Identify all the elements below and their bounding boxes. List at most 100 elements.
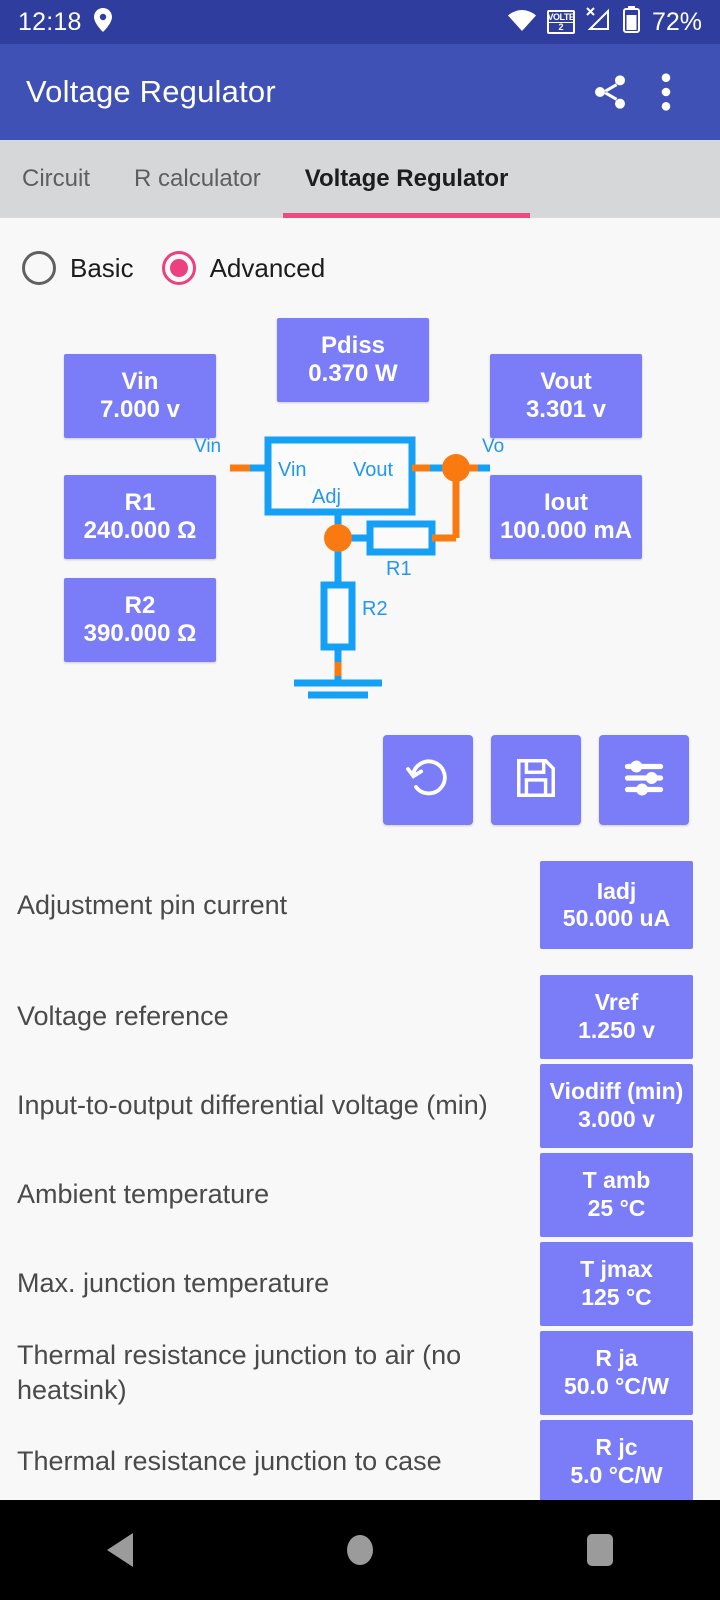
share-icon[interactable] bbox=[582, 64, 638, 120]
nav-home-button[interactable] bbox=[300, 1500, 420, 1600]
parameter-value: 1.250 v bbox=[578, 1016, 655, 1043]
battery-percentage: 72% bbox=[651, 7, 702, 36]
parameter-label: Adjustment pin current bbox=[17, 889, 288, 920]
parameter-label: Max. junction temperature bbox=[17, 1268, 330, 1299]
parameter-key: Vref bbox=[594, 989, 639, 1016]
reset-button[interactable] bbox=[383, 735, 473, 825]
save-button[interactable] bbox=[491, 735, 581, 825]
wifi-icon bbox=[507, 8, 537, 37]
nav-recents-icon bbox=[587, 1534, 613, 1566]
table-row: Max. junction temperature T jmax 125 °C bbox=[0, 1239, 720, 1328]
tab-r-calculator[interactable]: R calculator bbox=[112, 140, 283, 218]
volte-icon: VOLTE 2 bbox=[546, 10, 575, 34]
label-res-r1: R1 bbox=[386, 558, 412, 580]
floppy-disk-save-icon bbox=[513, 755, 559, 806]
status-bar-clock: 12:18 bbox=[18, 7, 82, 36]
nav-back-icon bbox=[107, 1533, 133, 1567]
label-pin-vin: Vin bbox=[278, 459, 307, 481]
value-box-pdiss[interactable]: Pdiss 0.370 W bbox=[277, 318, 429, 402]
value-box-key: Iout bbox=[544, 489, 588, 517]
nav-recents-button[interactable] bbox=[540, 1500, 660, 1600]
table-row: Input-to-output differential voltage (mi… bbox=[0, 1061, 720, 1150]
parameter-key: Iadj bbox=[596, 877, 637, 904]
radio-basic-label: Basic bbox=[70, 252, 134, 283]
value-box-value: 7.000 v bbox=[99, 396, 181, 423]
parameter-value-vref[interactable]: Vref 1.250 v bbox=[540, 974, 693, 1059]
parameter-value-tamb[interactable]: T amb 25 °C bbox=[540, 1152, 693, 1237]
value-box-value: 0.370 W bbox=[308, 360, 398, 387]
parameter-value: 125 °C bbox=[581, 1283, 652, 1310]
tab-bar: Circuit R calculator Voltage Regulator bbox=[0, 140, 720, 218]
parameter-value: 25 °C bbox=[587, 1194, 646, 1221]
app-root: 12:18 VOLTE 2 72% Voltage Regulator Circ… bbox=[0, 0, 720, 1600]
page-title: Voltage Regulator bbox=[26, 74, 276, 109]
table-row: Thermal resistance junction to air (no h… bbox=[0, 1328, 720, 1417]
value-box-key: R2 bbox=[124, 592, 156, 620]
parameter-value-viodiff[interactable]: Viodiff (min) 3.000 v bbox=[540, 1063, 693, 1148]
android-nav-bar bbox=[0, 1500, 720, 1600]
parameter-label: Ambient temperature bbox=[17, 1179, 270, 1210]
label-node-vin: Vin bbox=[194, 436, 221, 457]
parameter-key: T amb bbox=[582, 1167, 651, 1194]
parameter-label: Thermal resistance junction to air (no h… bbox=[17, 1340, 462, 1405]
label-node-vo: Vo bbox=[482, 436, 504, 457]
battery-icon bbox=[622, 6, 640, 38]
radio-basic-dot bbox=[22, 251, 56, 285]
action-button-row bbox=[0, 735, 720, 835]
restore-rotate-left-icon bbox=[404, 754, 452, 807]
parameter-key: R jc bbox=[595, 1434, 638, 1461]
tab-label: R calculator bbox=[134, 165, 261, 192]
label-pin-adj: Adj bbox=[312, 486, 341, 508]
parameter-value: 50.000 uA bbox=[562, 905, 671, 931]
radio-basic[interactable]: Basic bbox=[22, 251, 134, 285]
table-row: Adjustment pin current Iadj 50.000 uA bbox=[0, 838, 720, 972]
signal-no-service-icon bbox=[585, 6, 613, 38]
table-row: Voltage reference Vref 1.250 v bbox=[0, 972, 720, 1061]
schematic-svg[interactable]: Vin Vo Vin Vout Adj R1 R2 bbox=[190, 430, 520, 720]
app-bar: Voltage Regulator bbox=[0, 44, 720, 140]
radio-advanced-dot bbox=[161, 251, 196, 285]
value-box-key: Vout bbox=[540, 368, 592, 396]
value-box-key: R1 bbox=[124, 489, 156, 517]
parameter-list: Adjustment pin current Iadj 50.000 uA Vo… bbox=[0, 838, 720, 1500]
value-box-value: 3.301 v bbox=[525, 396, 607, 423]
more-vertical-icon[interactable] bbox=[638, 64, 694, 120]
parameter-value: 3.000 v bbox=[578, 1105, 655, 1132]
nav-home-icon bbox=[347, 1535, 373, 1565]
value-box-vout[interactable]: Vout 3.301 v bbox=[490, 354, 642, 438]
table-row: Thermal resistance junction to case R jc… bbox=[0, 1417, 720, 1500]
parameter-label: Voltage reference bbox=[17, 1001, 229, 1032]
settings-button[interactable] bbox=[599, 735, 689, 825]
value-box-value: 390.000 Ω bbox=[83, 620, 197, 647]
value-box-vin[interactable]: Vin 7.000 v bbox=[64, 354, 216, 438]
status-bar: 12:18 VOLTE 2 72% bbox=[0, 0, 720, 44]
table-row: Ambient temperature T amb 25 °C bbox=[0, 1150, 720, 1239]
tab-label: Voltage Regulator bbox=[304, 165, 509, 192]
parameter-label: Thermal resistance junction to case bbox=[17, 1446, 442, 1477]
status-bar-icons: VOLTE 2 72% bbox=[507, 6, 702, 38]
label-pin-vout: Vout bbox=[353, 459, 393, 481]
parameter-key: R ja bbox=[595, 1345, 638, 1372]
tab-label: Circuit bbox=[22, 165, 91, 192]
parameter-value-rja[interactable]: R ja 50.0 °C/W bbox=[540, 1330, 693, 1415]
parameter-value-tjmax[interactable]: T jmax 125 °C bbox=[540, 1241, 693, 1326]
parameter-value-rjc[interactable]: R jc 5.0 °C/W bbox=[540, 1419, 693, 1500]
node-adj bbox=[324, 524, 352, 552]
radio-advanced-label: Advanced bbox=[209, 252, 326, 283]
nav-back-button[interactable] bbox=[60, 1500, 180, 1600]
value-box-key: Pdiss bbox=[320, 332, 386, 360]
sliders-settings-icon bbox=[621, 755, 667, 806]
tab-circuit[interactable]: Circuit bbox=[0, 140, 112, 218]
value-box-value: 240.000 Ω bbox=[83, 517, 197, 544]
parameter-key: Viodiff (min) bbox=[549, 1078, 684, 1105]
parameter-value: 5.0 °C/W bbox=[570, 1461, 663, 1488]
parameter-value-iadj[interactable]: Iadj 50.000 uA bbox=[540, 861, 693, 949]
location-pin-icon bbox=[93, 7, 112, 37]
radio-advanced[interactable]: Advanced bbox=[161, 251, 326, 285]
tab-voltage-regulator[interactable]: Voltage Regulator bbox=[282, 140, 531, 218]
parameter-value: 50.0 °C/W bbox=[563, 1372, 670, 1399]
parameter-key: T jmax bbox=[580, 1256, 653, 1283]
label-res-r2: R2 bbox=[362, 598, 388, 620]
parameter-label: Input-to-output differential voltage (mi… bbox=[17, 1090, 488, 1121]
circuit-diagram-area: Vin 7.000 v Pdiss 0.370 W Vout 3.301 v R… bbox=[0, 300, 720, 740]
